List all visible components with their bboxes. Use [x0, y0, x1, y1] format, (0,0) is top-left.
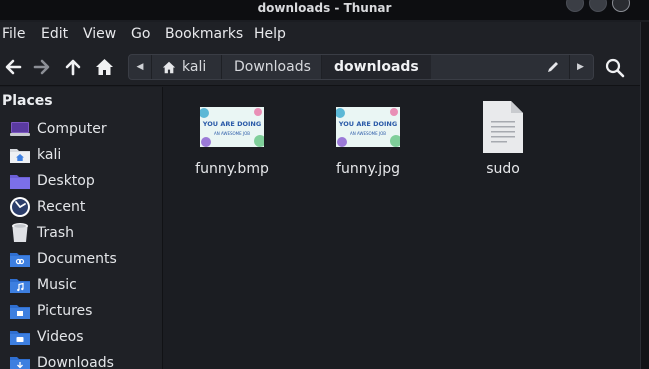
sidebar-item-pictures[interactable]: Pictures — [0, 299, 162, 323]
menu-go[interactable]: Go — [131, 26, 150, 42]
window-title: downloads - Thunar — [257, 1, 392, 15]
chevron-right-icon: ▶ — [577, 62, 584, 72]
sidebar-item-label: Pictures — [37, 303, 93, 319]
pathbar-scroll-left[interactable]: ◀ — [129, 55, 151, 79]
file-item-sudo[interactable]: sudo — [448, 95, 558, 177]
music-folder-icon — [9, 274, 31, 296]
thumb-text-line: YOU ARE DOING — [338, 120, 397, 128]
forward-button[interactable] — [31, 56, 53, 78]
menu-bookmarks[interactable]: Bookmarks — [165, 26, 243, 42]
sidebar-item-label: Music — [37, 277, 77, 293]
pathbar-scroll-right[interactable]: ▶ — [569, 55, 591, 79]
sidebar-item-label: Computer — [37, 121, 107, 137]
sidebar-heading-places: Places — [2, 93, 53, 109]
sidebar-item-videos[interactable]: Videos — [0, 325, 162, 349]
crumb-downloads-current[interactable]: downloads — [321, 55, 431, 79]
menu-help[interactable]: Help — [254, 26, 286, 42]
menu-edit[interactable]: Edit — [41, 26, 68, 42]
sidebar-item-label: kali — [37, 147, 62, 163]
menu-view[interactable]: View — [83, 26, 116, 42]
sidebar-item-label: Videos — [37, 329, 84, 345]
pencil-icon — [548, 62, 558, 72]
toolbar: ◀ kali Downloads downloads ▶ — [0, 48, 640, 86]
file-item-funny-jpg[interactable]: YOU ARE DOING AN AWESOME JOB funny.jpg — [313, 95, 423, 177]
file-item-funny-bmp[interactable]: YOU ARE DOING AN AWESOME JOB funny.bmp — [177, 95, 287, 177]
thumb-text-line: YOU ARE DOING — [202, 120, 261, 128]
edit-location-button[interactable] — [541, 55, 565, 79]
arrow-left-icon — [5, 59, 22, 75]
home-icon — [162, 61, 176, 73]
sidebar-item-recent[interactable]: Recent — [0, 195, 162, 219]
recent-icon — [9, 196, 31, 218]
sidebar-item-label: Recent — [37, 199, 86, 215]
sidebar-item-kali[interactable]: kali — [0, 143, 162, 167]
chevron-left-icon: ◀ — [136, 62, 144, 72]
sidebar-item-documents[interactable]: Documents — [0, 247, 162, 271]
sidebar-item-label: Documents — [37, 251, 117, 267]
sidebar-item-computer[interactable]: Computer — [0, 117, 162, 141]
sidebar-item-label: Trash — [37, 225, 74, 241]
videos-folder-icon — [9, 326, 31, 348]
thumb-text-line: AN AWESOME JOB — [214, 131, 250, 136]
window-edge — [640, 22, 649, 369]
file-name: funny.bmp — [195, 161, 269, 177]
trash-icon — [9, 222, 31, 244]
desktop-folder-icon — [9, 170, 31, 192]
file-name: sudo — [486, 161, 520, 177]
sidebar-item-desktop[interactable]: Desktop — [0, 169, 162, 193]
home-icon — [95, 59, 113, 75]
search-button[interactable] — [602, 56, 628, 80]
image-thumbnail: YOU ARE DOING AN AWESOME JOB — [336, 95, 400, 159]
sidebar-item-music[interactable]: Music — [0, 273, 162, 297]
title-bar: downloads - Thunar — [0, 0, 649, 20]
file-view: YOU ARE DOING AN AWESOME JOB funny.bmp Y… — [164, 87, 640, 369]
arrow-right-icon — [33, 59, 50, 75]
downloads-folder-icon — [9, 352, 31, 369]
text-file-icon — [471, 95, 535, 159]
menu-bar: File Edit View Go Bookmarks Help — [0, 22, 640, 48]
sidebar: Places Computer kali Desktop Recent Tras… — [0, 87, 163, 369]
arrow-up-icon — [65, 59, 81, 76]
crumb-label: downloads — [334, 59, 419, 75]
crumb-label: kali — [182, 59, 207, 75]
home-folder-icon — [9, 144, 31, 166]
menu-file[interactable]: File — [2, 26, 25, 42]
crumb-label: Downloads — [234, 59, 311, 75]
documents-folder-icon — [9, 248, 31, 270]
search-icon — [605, 58, 625, 78]
path-bar: ◀ kali Downloads downloads ▶ — [128, 54, 594, 80]
sidebar-item-label: Downloads — [37, 355, 114, 369]
computer-icon — [9, 118, 31, 140]
back-button[interactable] — [2, 56, 24, 78]
crumb-kali[interactable]: kali — [151, 55, 221, 79]
sidebar-item-trash[interactable]: Trash — [0, 221, 162, 245]
pictures-folder-icon — [9, 300, 31, 322]
image-thumbnail: YOU ARE DOING AN AWESOME JOB — [200, 95, 264, 159]
sidebar-item-label: Desktop — [37, 173, 95, 189]
up-button[interactable] — [62, 56, 84, 78]
crumb-downloads-parent[interactable]: Downloads — [221, 55, 321, 79]
sidebar-item-downloads[interactable]: Downloads — [0, 351, 162, 369]
home-button[interactable] — [93, 56, 115, 78]
thumb-text-line: AN AWESOME JOB — [350, 131, 386, 136]
file-name: funny.jpg — [336, 161, 400, 177]
